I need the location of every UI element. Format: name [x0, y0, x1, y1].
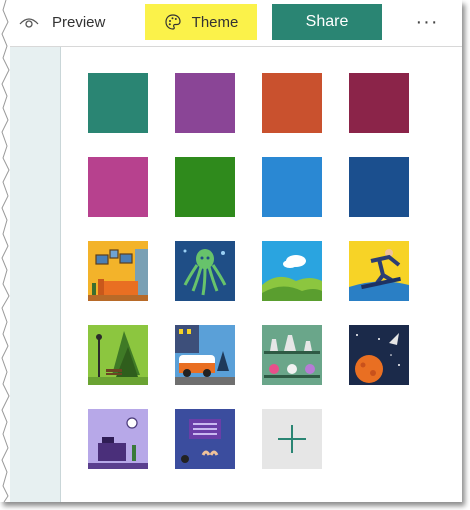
image-theme-park[interactable]: [88, 325, 148, 385]
more-options-button[interactable]: ···: [402, 4, 452, 40]
swatch: [262, 157, 322, 217]
color-theme-blue[interactable]: [262, 157, 322, 217]
window: Preview Theme Share ···: [0, 0, 462, 502]
color-theme-purple[interactable]: [175, 73, 235, 133]
image-theme-snowboarder[interactable]: [349, 241, 409, 301]
palette-icon: [165, 14, 181, 30]
color-theme-maroon[interactable]: [349, 73, 409, 133]
space-image: [349, 325, 409, 385]
image-theme-hills[interactable]: [262, 241, 322, 301]
park-image: [88, 325, 148, 385]
theme-button[interactable]: Theme: [145, 4, 257, 40]
image-theme-octopus[interactable]: [175, 241, 235, 301]
laboratory-image: [262, 325, 322, 385]
desk-room-image: [88, 409, 148, 469]
share-button[interactable]: Share: [272, 4, 382, 40]
swatch: [88, 73, 148, 133]
color-theme-navy[interactable]: [349, 157, 409, 217]
octopus-image: [175, 241, 235, 301]
image-theme-living-room[interactable]: [88, 241, 148, 301]
color-theme-magenta[interactable]: [88, 157, 148, 217]
hills-image: [262, 241, 322, 301]
preview-button[interactable]: Preview: [18, 4, 128, 40]
living-room-image: [88, 241, 148, 301]
add-theme-button[interactable]: [262, 409, 322, 469]
left-sidebar: [10, 47, 61, 502]
swatch: [262, 73, 322, 133]
image-theme-desk-room[interactable]: [88, 409, 148, 469]
swatch: [175, 73, 235, 133]
image-theme-typewriter[interactable]: [175, 409, 235, 469]
eye-icon: [19, 18, 39, 28]
swatch: [349, 73, 409, 133]
image-theme-camper-van[interactable]: [175, 325, 235, 385]
preview-label: Preview: [52, 13, 106, 31]
theme-label: Theme: [191, 13, 239, 31]
color-theme-green[interactable]: [175, 157, 235, 217]
toolbar: Preview Theme Share ···: [10, 0, 462, 47]
camper-van-image: [175, 325, 235, 385]
image-theme-laboratory[interactable]: [262, 325, 322, 385]
plus-icon: [278, 425, 306, 453]
theme-panel: [61, 47, 462, 494]
swatch: [175, 157, 235, 217]
swatch: [349, 157, 409, 217]
color-theme-teal[interactable]: [88, 73, 148, 133]
typewriter-image: [175, 409, 235, 469]
snowboarder-image: [349, 241, 409, 301]
color-theme-orange[interactable]: [262, 73, 322, 133]
swatch: [88, 157, 148, 217]
image-theme-space[interactable]: [349, 325, 409, 385]
